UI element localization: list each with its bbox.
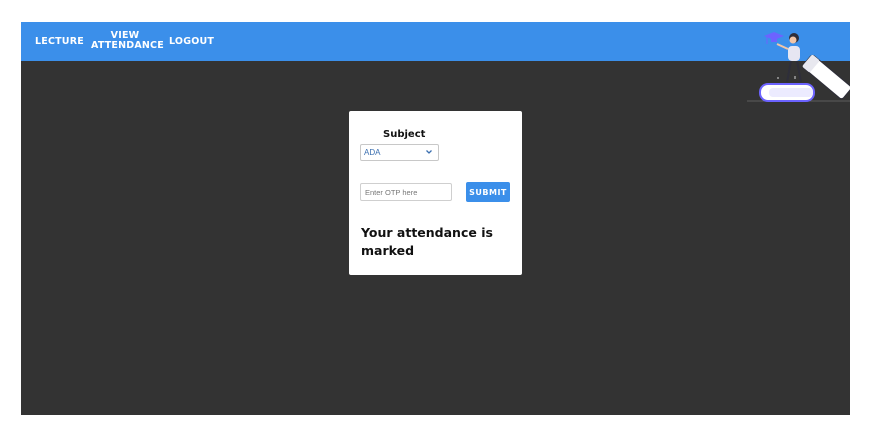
subject-selected-value: ADA	[364, 148, 381, 157]
otp-input[interactable]	[360, 183, 452, 201]
subject-label: Subject	[383, 129, 426, 140]
nav-view-attendance-link[interactable]: VIEW ATTENDANCE	[91, 31, 164, 51]
navbar: LECTURE VIEW ATTENDANCE LOGOUT	[21, 22, 850, 61]
chevron-down-icon	[426, 150, 432, 154]
nav-lecture-link[interactable]: LECTURE	[35, 37, 84, 47]
subject-select[interactable]: ADA	[360, 144, 439, 161]
nav-logout-link[interactable]: LOGOUT	[169, 37, 214, 47]
person-on-book-illustration	[747, 32, 850, 102]
attendance-card: Subject ADA SUBMIT Your attendance is ma…	[349, 111, 522, 275]
attendance-status-message: Your attendance is marked	[361, 225, 493, 258]
submit-button[interactable]: SUBMIT	[466, 182, 510, 202]
nav-view-attendance-line2: ATTENDANCE	[91, 40, 164, 51]
app-frame: LECTURE VIEW ATTENDANCE LOGOUT Subject A…	[21, 22, 850, 415]
